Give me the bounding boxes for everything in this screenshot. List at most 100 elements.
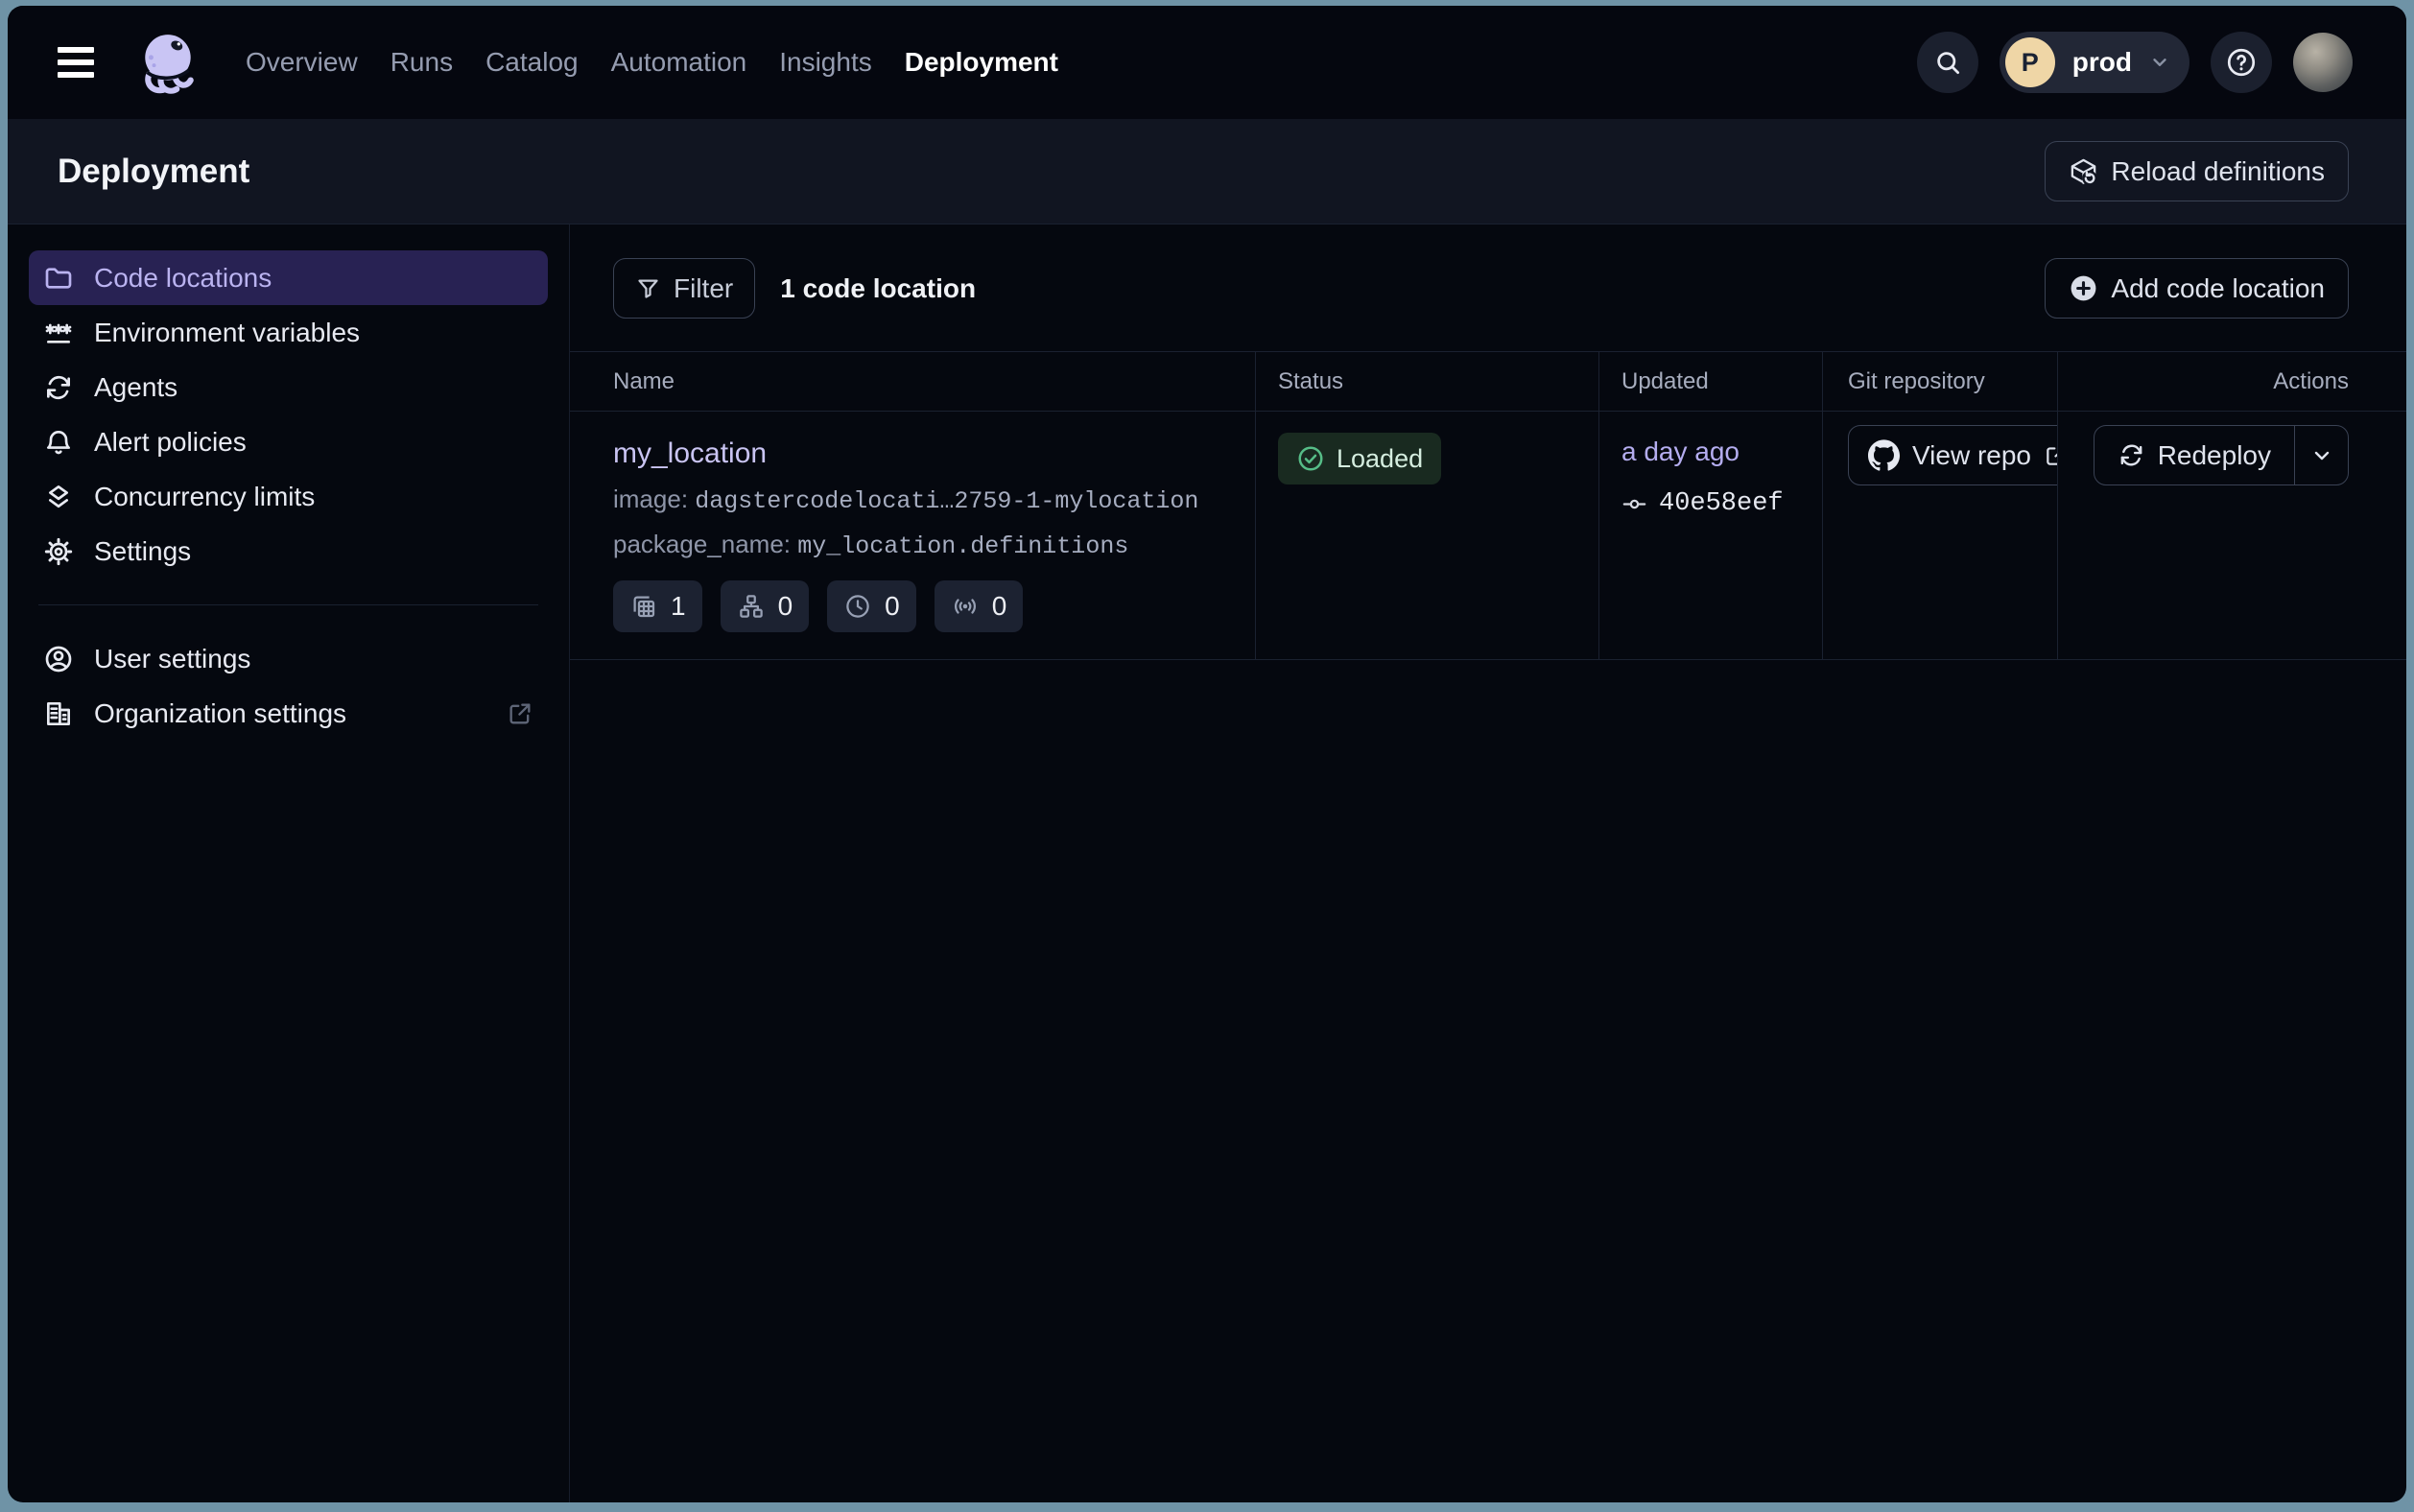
git-commit-icon <box>1621 491 1647 517</box>
help-button[interactable] <box>2211 32 2272 93</box>
package-value: my_location.definitions <box>797 532 1128 560</box>
sidebar-item-agents[interactable]: Agents <box>29 360 548 414</box>
image-line: image: dagstercodelocati…2759-1-mylocati… <box>613 484 1226 515</box>
add-code-location-button[interactable]: Add code location <box>2045 258 2349 319</box>
assets-count-badge[interactable]: 1 <box>613 580 702 632</box>
nav-item-runs[interactable]: Runs <box>390 47 453 78</box>
sidebar-item-label: Agents <box>94 372 178 403</box>
status-label: Loaded <box>1337 444 1423 474</box>
view-repo-label: View repo <box>1912 440 2031 471</box>
bell-icon <box>43 427 74 458</box>
user-avatar[interactable] <box>2293 33 2353 92</box>
check-circle-icon <box>1296 444 1325 473</box>
view-repo-button[interactable]: View repo <box>1848 425 2058 485</box>
search-button[interactable] <box>1917 32 1978 93</box>
asset-table-icon <box>629 592 658 621</box>
definition-count-badges: 1 0 <box>613 580 1226 632</box>
sidebar-item-label: Environment variables <box>94 318 360 348</box>
help-icon <box>2225 46 2258 79</box>
column-header-git-repository: Git repository <box>1823 352 2058 411</box>
actions-cell: Redeploy <box>2058 412 2406 659</box>
chevron-down-icon <box>2149 52 2170 73</box>
jobs-count: 0 <box>778 591 793 622</box>
table-header-row: Name Status Updated Git repository Actio… <box>570 352 2406 412</box>
deployment-scope-dropdown[interactable]: P prod <box>2000 32 2189 93</box>
dagster-octopus-logo[interactable] <box>136 30 201 95</box>
nav-item-overview[interactable]: Overview <box>246 47 358 78</box>
assets-count: 1 <box>671 591 686 622</box>
search-icon <box>1933 48 1962 77</box>
filter-funnel-icon <box>635 275 661 301</box>
agents-sync-icon <box>43 372 74 403</box>
nav-item-catalog[interactable]: Catalog <box>485 47 579 78</box>
package-label: package_name: <box>613 530 791 558</box>
sensors-count-badge[interactable]: 0 <box>935 580 1024 632</box>
code-locations-toolbar: Filter 1 code location Add code location <box>570 258 2406 351</box>
job-hierarchy-icon <box>737 592 766 621</box>
sidebar-item-label: Settings <box>94 536 191 567</box>
git-repository-cell: View repo <box>1823 412 2058 659</box>
sidebar-item-settings[interactable]: Settings <box>29 524 548 579</box>
sidebar-item-user-settings[interactable]: User settings <box>29 631 548 686</box>
schedules-count-badge[interactable]: 0 <box>827 580 916 632</box>
package-line: package_name: my_location.definitions <box>613 530 1226 560</box>
nav-item-deployment[interactable]: Deployment <box>905 47 1058 78</box>
sidebar-item-alert-policies[interactable]: Alert policies <box>29 414 548 469</box>
code-location-link[interactable]: my_location <box>613 437 767 470</box>
column-header-name: Name <box>570 352 1256 411</box>
redeploy-button[interactable]: Redeploy <box>2094 426 2294 484</box>
sidebar-item-environment-variables[interactable]: Environment variables <box>29 305 548 360</box>
sidebar-item-code-locations[interactable]: Code locations <box>29 250 548 305</box>
redeploy-refresh-icon <box>2118 441 2145 469</box>
github-icon <box>1868 439 1900 471</box>
table-row: my_location image: dagstercodelocati…275… <box>570 412 2406 660</box>
commit-hash-link[interactable]: 40e58eef <box>1659 489 1784 518</box>
organization-building-icon <box>43 698 74 729</box>
chevron-down-icon <box>2310 444 2333 467</box>
external-link-icon <box>2044 443 2058 468</box>
redeploy-split-button: Redeploy <box>2094 425 2349 485</box>
filter-button[interactable]: Filter <box>613 258 755 319</box>
reload-definitions-icon <box>2069 156 2098 186</box>
commit-line: 40e58eef <box>1621 489 1822 518</box>
code-locations-main: Filter 1 code location Add code location <box>570 224 2406 1502</box>
status-badge[interactable]: Loaded <box>1278 433 1441 484</box>
column-header-actions: Actions <box>2058 352 2406 411</box>
desktop-background: Overview Runs Catalog Automation Insight… <box>0 0 2414 1512</box>
page-body: Code locations Environment v <box>8 224 2406 1502</box>
folder-icon <box>43 263 74 294</box>
sidebar-item-organization-settings[interactable]: Organization settings <box>29 686 548 741</box>
env-vars-icon <box>43 318 74 348</box>
status-cell: Loaded <box>1256 412 1599 659</box>
sidebar-item-concurrency-limits[interactable]: Concurrency limits <box>29 469 548 524</box>
nav-item-insights[interactable]: Insights <box>779 47 872 78</box>
code-location-count: 1 code location <box>780 273 976 304</box>
page-header: Deployment Reload definitions <box>8 119 2406 224</box>
schedules-count: 0 <box>885 591 900 622</box>
column-header-status: Status <box>1256 352 1599 411</box>
redeploy-label: Redeploy <box>2158 440 2271 471</box>
redeploy-more-options-button[interactable] <box>2294 426 2348 484</box>
nav-item-automation[interactable]: Automation <box>611 47 747 78</box>
deployment-avatar: P <box>2005 37 2055 87</box>
reload-definitions-label: Reload definitions <box>2111 156 2325 187</box>
code-locations-table: Name Status Updated Git repository Actio… <box>570 351 2406 660</box>
image-value: dagstercodelocati…2759-1-mylocation <box>695 487 1198 515</box>
sensors-count: 0 <box>992 591 1007 622</box>
page-title: Deployment <box>58 153 249 191</box>
reload-definitions-button[interactable]: Reload definitions <box>2045 141 2349 201</box>
hamburger-menu-button[interactable] <box>58 41 107 83</box>
plus-circle-icon <box>2069 273 2098 303</box>
external-link-icon <box>507 700 533 727</box>
jobs-count-badge[interactable]: 0 <box>721 580 810 632</box>
sidebar-divider <box>38 604 538 605</box>
topnav-right-controls: P prod <box>1917 32 2353 93</box>
primary-nav: Overview Runs Catalog Automation Insight… <box>246 47 1058 78</box>
sensor-signal-icon <box>951 592 980 621</box>
app-window: Overview Runs Catalog Automation Insight… <box>8 6 2406 1502</box>
octopus-icon <box>137 31 201 94</box>
sidebar-item-label: Alert policies <box>94 427 247 458</box>
deployment-scope-label: prod <box>2072 47 2132 78</box>
updated-timestamp[interactable]: a day ago <box>1621 437 1740 467</box>
gear-icon <box>43 536 74 567</box>
